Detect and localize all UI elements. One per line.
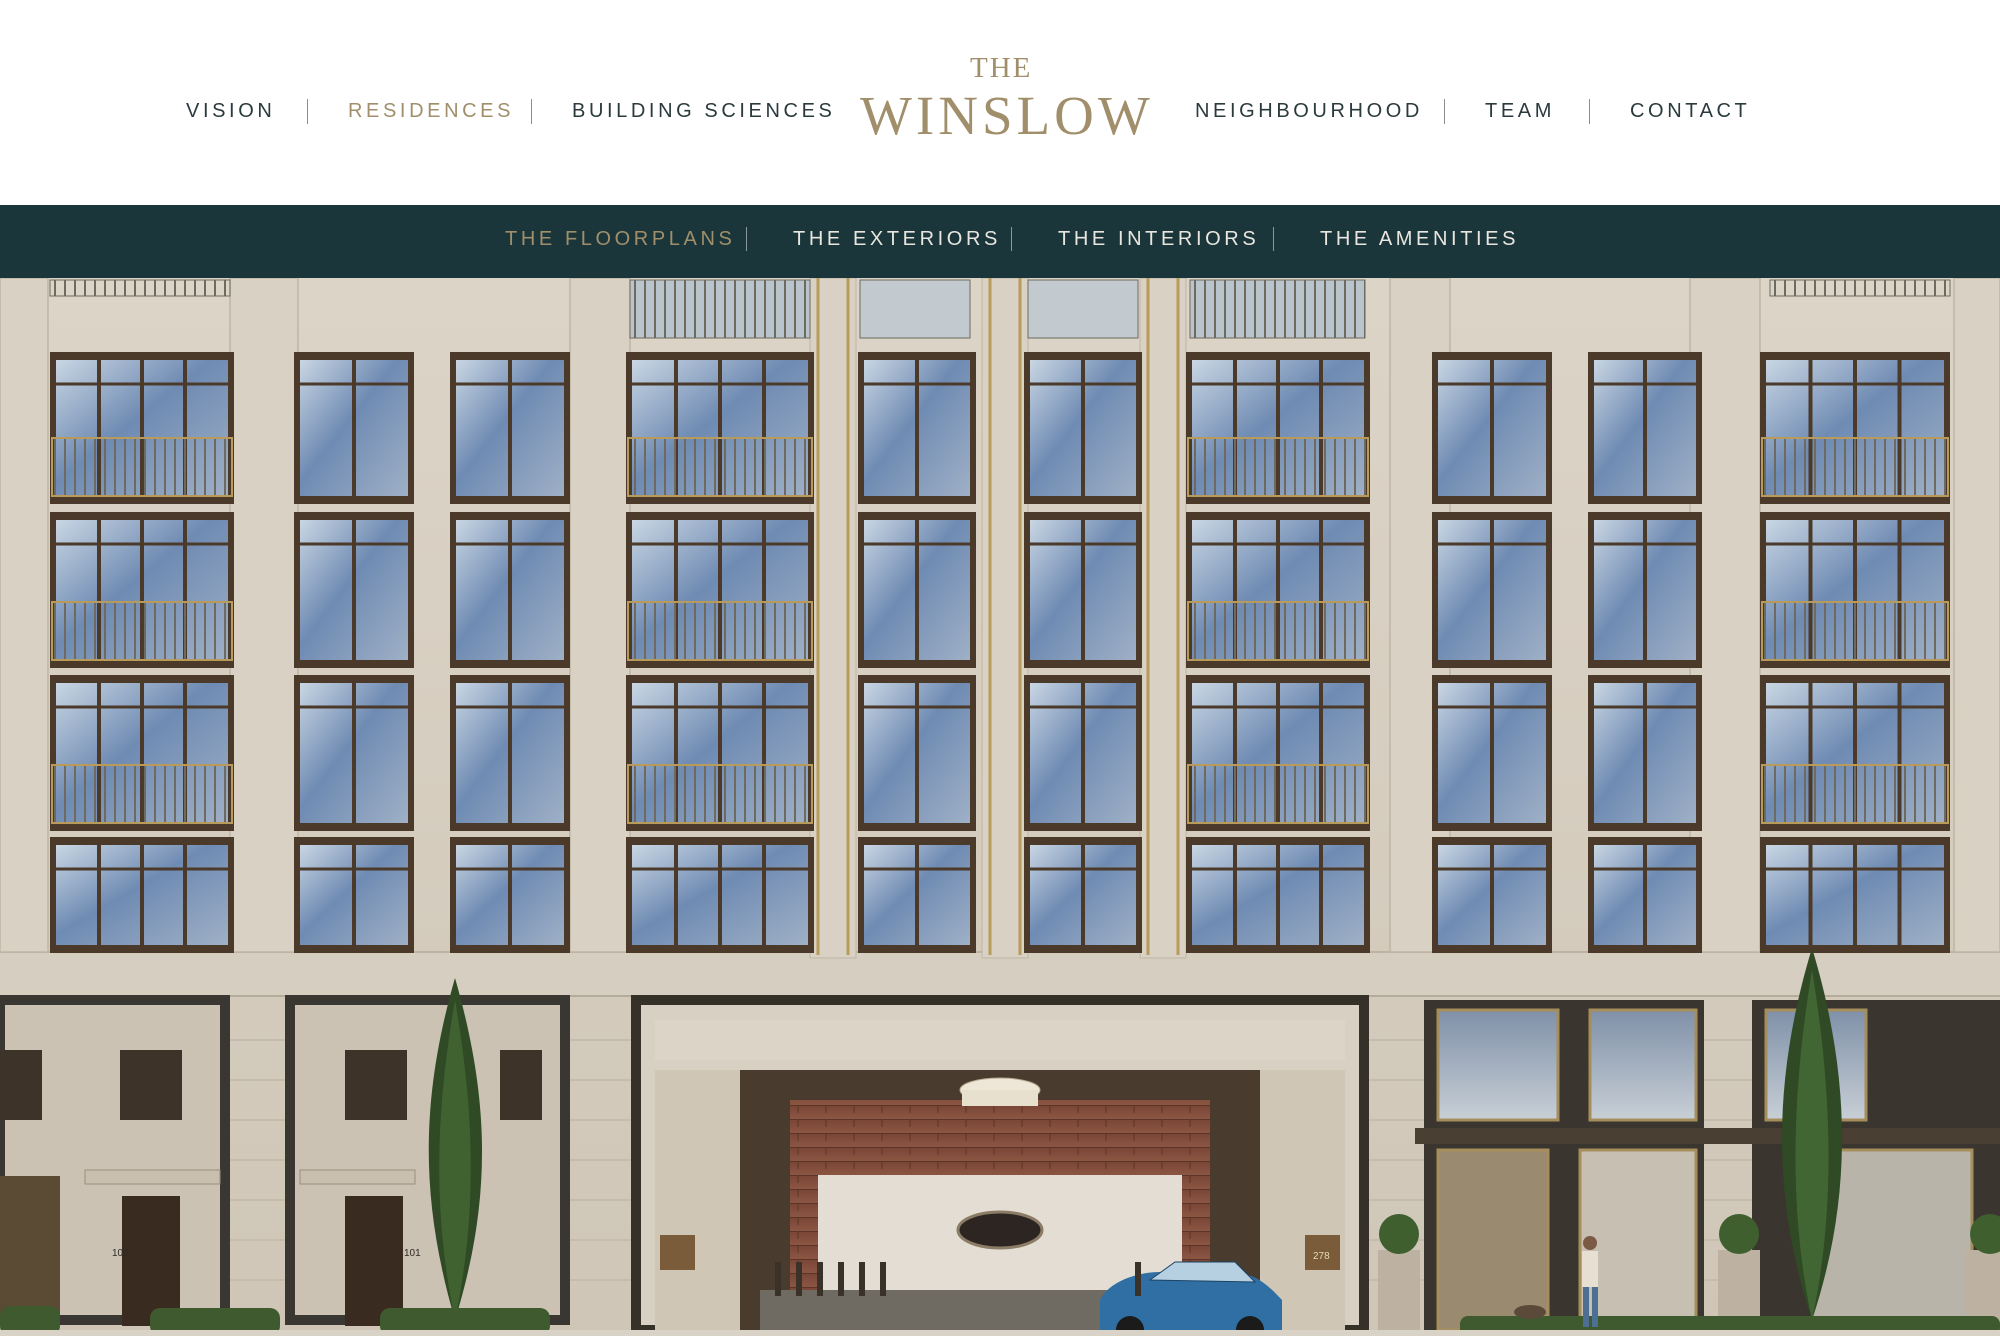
residences-subnav: THE FLOORPLANS THE EXTERIORS THE INTERIO… — [0, 205, 2000, 278]
logo-the-text: THE — [970, 52, 1033, 84]
subnav-separator — [1273, 227, 1274, 251]
logo-name-text: WINSLOW — [860, 85, 1154, 146]
subnav-interiors[interactable]: THE INTERIORS — [1058, 228, 1259, 251]
nav-vision[interactable]: VISION — [186, 100, 275, 123]
address-plaque: 278 — [1313, 1251, 1330, 1262]
subnav-amenities[interactable]: THE AMENITIES — [1320, 228, 1519, 251]
building-exterior-rendering: 102 101 278 — [0, 278, 2000, 1336]
nav-separator — [1444, 99, 1445, 124]
nav-neighbourhood[interactable]: NEIGHBOURHOOD — [1195, 100, 1423, 123]
nav-building-sciences[interactable]: BUILDING SCIENCES — [572, 100, 835, 123]
unit-number-102: 102 — [112, 1248, 129, 1259]
subnav-exteriors[interactable]: THE EXTERIORS — [793, 228, 1001, 251]
subnav-separator — [746, 227, 747, 251]
nav-residences[interactable]: RESIDENCES — [348, 100, 514, 123]
unit-number-101: 101 — [404, 1248, 421, 1259]
nav-separator — [531, 99, 532, 124]
nav-separator — [1589, 99, 1590, 124]
building-illustration: 102 101 278 — [0, 278, 2000, 1336]
brand-logo[interactable]: THE WINSLOW — [0, 0, 2000, 160]
nav-team[interactable]: TEAM — [1485, 100, 1555, 123]
nav-contact[interactable]: CONTACT — [1630, 100, 1750, 123]
subnav-separator — [1011, 227, 1012, 251]
site-header: VISION RESIDENCES BUILDING SCIENCES THE … — [0, 0, 2000, 205]
nav-separator — [307, 99, 308, 124]
subnav-floorplans[interactable]: THE FLOORPLANS — [505, 228, 735, 251]
